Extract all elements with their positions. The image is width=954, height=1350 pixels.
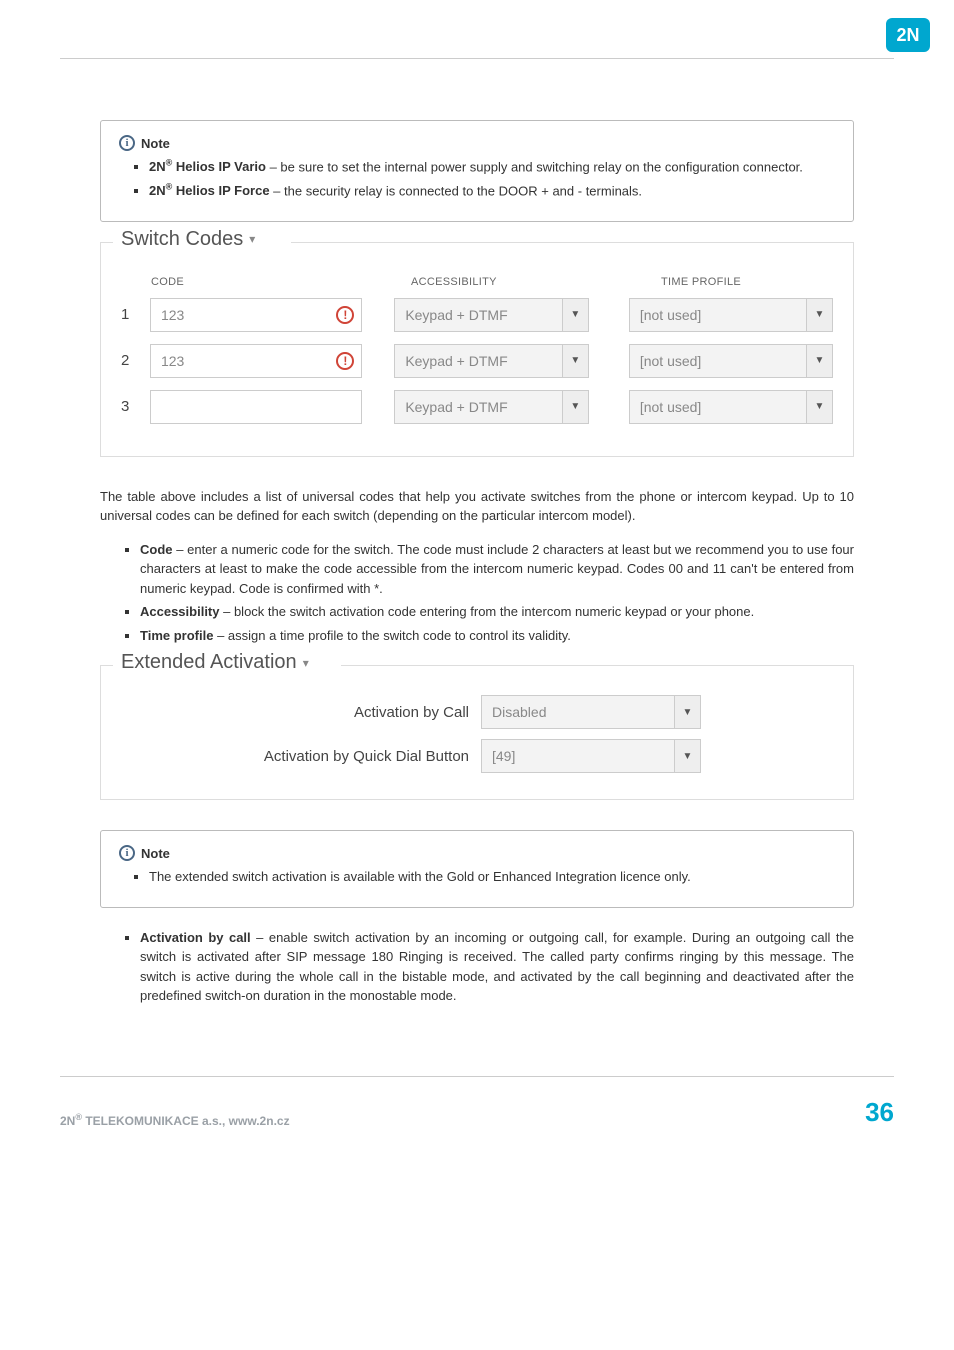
- desc-item-code: Code – enter a numeric code for the swit…: [140, 540, 854, 599]
- extended-activation-title[interactable]: Extended Activation ▾: [115, 651, 315, 674]
- chevron-down-icon: ▾: [303, 656, 309, 670]
- code-row-3: 3 Keypad + DTMF▼ [not used]▼: [121, 390, 833, 424]
- note1-item-0: 2N® Helios IP Vario – be sure to set the…: [149, 157, 835, 177]
- chevron-down-icon: ▼: [806, 345, 832, 377]
- switch-codes-title[interactable]: Switch Codes ▾: [115, 228, 261, 251]
- footer-text: 2N® TELEKOMUNIKACE a.s., www.2n.cz: [60, 1112, 290, 1128]
- svg-text:2N: 2N: [896, 25, 919, 45]
- note-title: Note: [141, 136, 170, 151]
- accessibility-select[interactable]: Keypad + DTMF▼: [394, 298, 589, 332]
- activation-by-call-select[interactable]: Disabled▼: [481, 695, 701, 729]
- accessibility-select[interactable]: Keypad + DTMF▼: [394, 390, 589, 424]
- code-input[interactable]: [150, 298, 362, 332]
- chevron-down-icon: ▼: [806, 391, 832, 423]
- code-input[interactable]: [150, 390, 362, 424]
- chevron-down-icon: ▼: [562, 391, 588, 423]
- time-profile-select[interactable]: [not used]▼: [629, 298, 833, 332]
- extended-activation-panel: Extended Activation ▾ Activation by Call…: [100, 665, 854, 800]
- activation-by-call-label: Activation by Call: [121, 704, 481, 721]
- time-profile-select[interactable]: [not used]▼: [629, 390, 833, 424]
- code-row-1: 1 ! Keypad + DTMF▼ [not used]▼: [121, 298, 833, 332]
- row-index: 3: [121, 398, 150, 415]
- note1-item-1: 2N® Helios IP Force – the security relay…: [149, 181, 835, 201]
- info-icon: i: [119, 135, 135, 151]
- brand-logo: 2N: [886, 18, 930, 52]
- col-header-accessibility: ACCESSIBILITY: [411, 276, 661, 288]
- warning-icon: !: [336, 306, 354, 324]
- chevron-down-icon: ▼: [674, 740, 700, 772]
- row-index: 1: [121, 306, 150, 323]
- code-row-2: 2 ! Keypad + DTMF▼ [not used]▼: [121, 344, 833, 378]
- info-icon: i: [119, 845, 135, 861]
- warning-icon: !: [336, 352, 354, 370]
- col-header-code: CODE: [151, 276, 411, 288]
- time-profile-select[interactable]: [not used]▼: [629, 344, 833, 378]
- chevron-down-icon: ▼: [562, 299, 588, 331]
- chevron-down-icon: ▼: [562, 345, 588, 377]
- codes-description: The table above includes a list of unive…: [100, 487, 854, 526]
- desc-item-accessibility: Accessibility – block the switch activat…: [140, 602, 854, 622]
- col-header-time-profile: TIME PROFILE: [661, 276, 741, 288]
- accessibility-select[interactable]: Keypad + DTMF▼: [394, 344, 589, 378]
- chevron-down-icon: ▼: [674, 696, 700, 728]
- note-box-1: i Note 2N® Helios IP Vario – be sure to …: [100, 120, 854, 222]
- activation-by-quick-dial-label: Activation by Quick Dial Button: [121, 748, 481, 765]
- activation-by-quick-dial-select[interactable]: [49]▼: [481, 739, 701, 773]
- desc-item-time-profile: Time profile – assign a time profile to …: [140, 626, 854, 646]
- codes-header-row: CODE ACCESSIBILITY TIME PROFILE: [151, 276, 833, 288]
- row-index: 2: [121, 352, 150, 369]
- chevron-down-icon: ▾: [249, 232, 255, 246]
- switch-codes-panel: Switch Codes ▾ CODE ACCESSIBILITY TIME P…: [100, 242, 854, 457]
- code-input[interactable]: [150, 344, 362, 378]
- note2-item: The extended switch activation is availa…: [149, 867, 835, 887]
- page-number: 36: [865, 1097, 894, 1128]
- note-title: Note: [141, 846, 170, 861]
- desc-item-activation-by-call: Activation by call – enable switch activ…: [140, 928, 854, 1006]
- chevron-down-icon: ▼: [806, 299, 832, 331]
- note-box-2: i Note The extended switch activation is…: [100, 830, 854, 908]
